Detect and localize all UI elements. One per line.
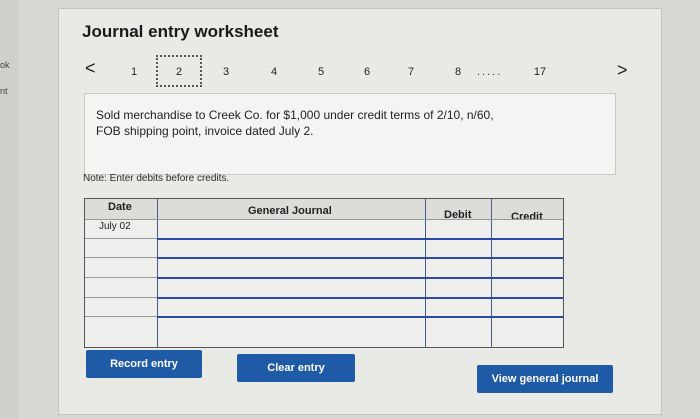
view-general-journal-button[interactable]: View general journal <box>477 365 613 393</box>
header-general-journal: General Journal <box>248 205 332 217</box>
credit-cell[interactable] <box>492 240 563 257</box>
credit-cell[interactable] <box>492 279 563 297</box>
debit-cell[interactable] <box>426 259 491 277</box>
page-1[interactable]: 1 <box>124 66 144 78</box>
row-divider <box>85 277 157 278</box>
account-cell[interactable] <box>158 299 425 316</box>
date-cell[interactable] <box>85 279 157 297</box>
prev-page-arrow-icon[interactable]: < <box>85 58 96 79</box>
debit-cell[interactable] <box>426 279 491 297</box>
transaction-line-2: FOB shipping point, invoice dated July 2… <box>96 124 314 138</box>
page-2[interactable]: 2 <box>169 66 189 78</box>
credit-cell[interactable] <box>492 299 563 316</box>
date-value: July 02 <box>99 221 131 232</box>
debit-cell[interactable] <box>426 299 491 316</box>
debit-cell[interactable] <box>426 220 491 238</box>
transaction-line-1: Sold merchandise to Creek Co. for $1,000… <box>96 108 494 122</box>
header-date: Date <box>108 201 132 213</box>
row-divider <box>85 238 157 239</box>
left-strip-label-1: ok <box>0 60 10 70</box>
page-4[interactable]: 4 <box>264 66 284 78</box>
page-5[interactable]: 5 <box>311 66 331 78</box>
page-7[interactable]: 7 <box>401 66 421 78</box>
page-3[interactable]: 3 <box>216 66 236 78</box>
left-edge-strip: ok nt <box>0 0 18 419</box>
date-cell[interactable] <box>85 259 157 277</box>
debit-cell[interactable] <box>426 240 491 257</box>
page-17[interactable]: 17 <box>530 66 550 78</box>
account-cell[interactable] <box>158 259 425 277</box>
row-divider <box>85 316 157 317</box>
row-divider <box>85 257 157 258</box>
account-cell[interactable] <box>158 240 425 257</box>
next-page-arrow-icon[interactable]: > <box>617 60 628 81</box>
clear-entry-button[interactable]: Clear entry <box>237 354 355 382</box>
credit-cell[interactable] <box>492 220 563 238</box>
left-strip-label-2: nt <box>0 86 8 96</box>
row-divider <box>85 297 157 298</box>
pagination-ellipsis: ..... <box>477 66 503 78</box>
transaction-description: Sold merchandise to Creek Co. for $1,000… <box>96 107 596 139</box>
credit-cell[interactable] <box>492 259 563 277</box>
account-cell[interactable] <box>158 279 425 297</box>
page-title: Journal entry worksheet <box>82 22 279 41</box>
date-cell[interactable] <box>85 299 157 316</box>
date-cell[interactable] <box>85 240 157 257</box>
page-6[interactable]: 6 <box>357 66 377 78</box>
credit-cell[interactable] <box>492 318 563 346</box>
account-cell[interactable] <box>158 318 425 346</box>
page-8[interactable]: 8 <box>448 66 468 78</box>
debit-cell[interactable] <box>426 318 491 346</box>
entry-note: Note: Enter debits before credits. <box>83 173 230 184</box>
record-entry-button[interactable]: Record entry <box>86 350 202 378</box>
account-cell[interactable] <box>158 220 425 238</box>
date-cell[interactable] <box>85 318 157 346</box>
